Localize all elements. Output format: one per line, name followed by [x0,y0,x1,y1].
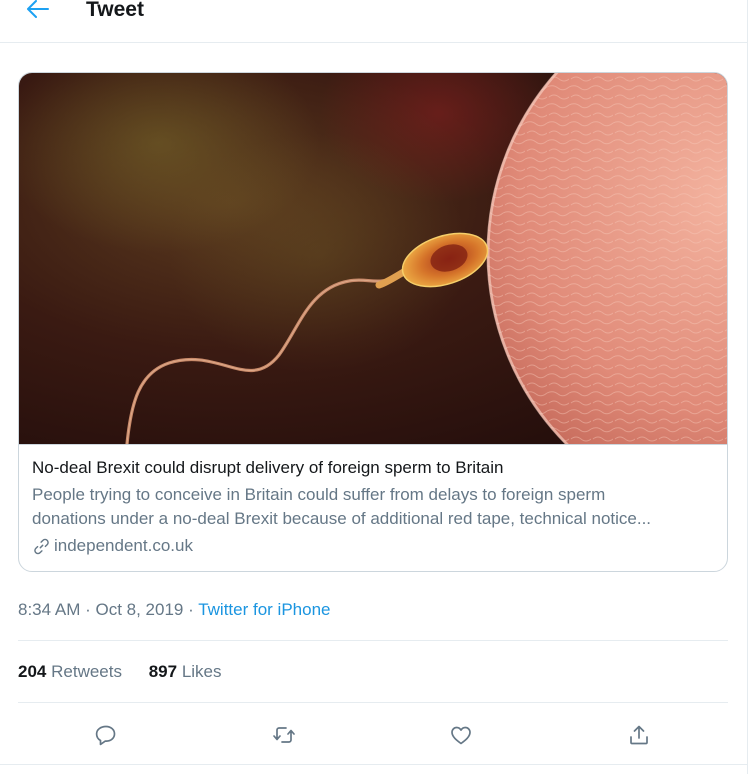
link-preview-card[interactable]: No-deal Brexit could disrupt delivery of… [18,72,728,572]
card-text: No-deal Brexit could disrupt delivery of… [32,457,718,557]
source-link[interactable]: Twitter for iPhone [198,600,330,619]
retweet-icon [273,727,295,743]
retweets-count: 204 [18,662,47,681]
card-image [19,73,727,445]
card-description-line: donations under a no-deal Brexit because… [32,509,652,528]
tweet-stats: 204 Retweets 897 Likes [18,661,222,683]
retweets-label: Retweets [51,662,122,681]
card-description-line: People trying to conceive in Britain cou… [32,485,606,504]
tweet-meta: 8:34 AM · Oct 8, 2019 · Twitter for iPho… [18,599,330,621]
back-button[interactable] [22,0,56,26]
retweets-stat[interactable]: 204 Retweets [18,662,122,681]
likes-stat[interactable]: 897 Likes [149,662,222,681]
likes-count: 897 [148,662,178,681]
like-button[interactable] [442,716,480,754]
divider [18,702,728,703]
arrow-left-icon [27,0,49,18]
card-title: No-deal Brexit could disrupt delivery of… [32,458,504,477]
action-bar [0,716,747,754]
reply-button[interactable] [87,716,125,754]
divider [0,764,747,765]
link-icon [34,538,49,554]
share-button[interactable] [620,716,658,754]
like-icon [451,726,471,745]
tweet-header: Tweet [0,0,747,43]
timestamp[interactable]: 8:34 AM · Oct 8, 2019 [18,600,183,619]
retweet-button[interactable] [265,716,303,754]
share-icon [630,725,648,745]
meta-separator: · [188,600,194,619]
card-domain: independent.co.uk [32,535,718,557]
likes-label: Likes [181,662,222,681]
reply-icon [95,725,116,746]
card-description: People trying to conceive in Britain cou… [32,483,718,531]
card-domain-label: independent.co.uk [54,536,193,555]
page-title: Tweet [86,0,144,21]
divider [18,640,728,641]
